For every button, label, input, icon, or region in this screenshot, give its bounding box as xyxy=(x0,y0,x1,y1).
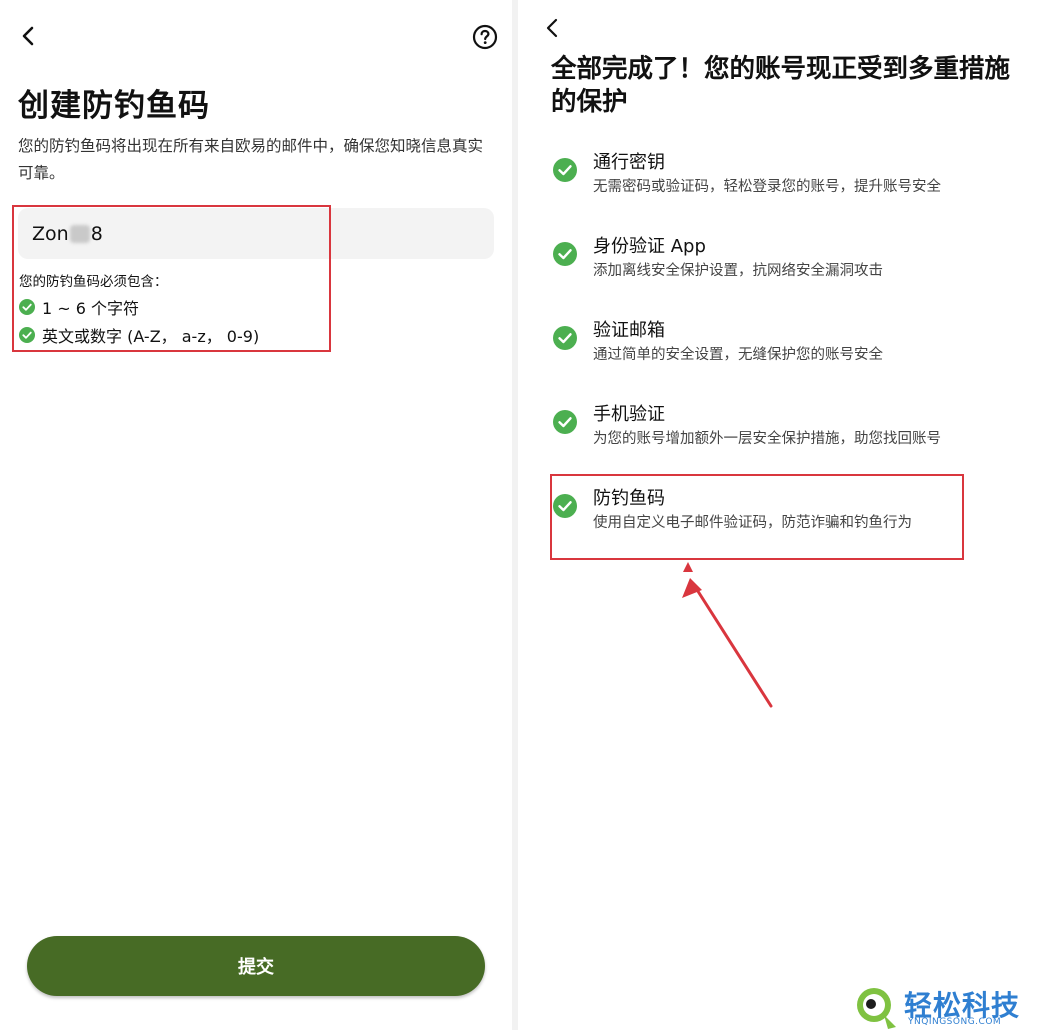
submit-button[interactable]: 提交 xyxy=(27,936,485,996)
page-title: 创建防钓鱼码 xyxy=(18,88,210,124)
back-icon[interactable] xyxy=(14,22,42,50)
watermark: 轻松科技 YNQINGSONG.COM xyxy=(850,983,1038,1030)
highlight-box xyxy=(12,205,331,352)
create-anti-phishing-screen: 创建防钓鱼码 您的防钓鱼码将出现在所有来自欧易的邮件中，确保您知晓信息真实可靠。… xyxy=(0,0,512,1030)
help-icon[interactable] xyxy=(470,22,500,52)
page-description: 您的防钓鱼码将出现在所有来自欧易的邮件中，确保您知晓信息真实可靠。 xyxy=(18,137,484,182)
annotation-arrow-icon xyxy=(682,562,773,708)
security-complete-screen: 全部完成了！您的账号现正受到多重措施的保护 通行密钥 无需密码或验证码，轻松登录… xyxy=(518,0,1038,1030)
watermark-logo-icon xyxy=(857,988,896,1029)
watermark-url: YNQINGSONG.COM xyxy=(908,1017,1002,1027)
